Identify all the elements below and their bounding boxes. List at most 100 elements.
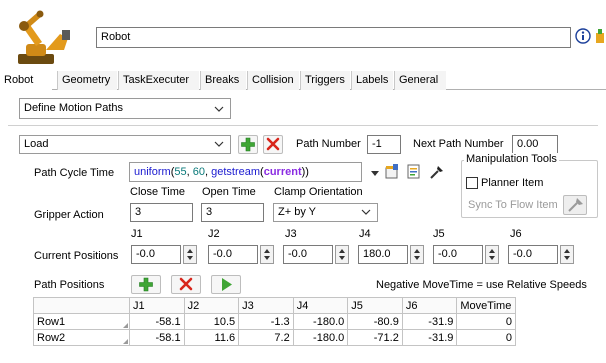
manipulation-tools-title: Manipulation Tools bbox=[464, 153, 559, 165]
table-cell[interactable]: -31.9 bbox=[401, 313, 458, 330]
row-header[interactable]: Row2 bbox=[33, 329, 130, 346]
delete-icon bbox=[266, 137, 280, 151]
joint-label-j3: J3 bbox=[285, 228, 297, 240]
joint-label-j6: J6 bbox=[510, 228, 522, 240]
next-path-number-field[interactable]: 0.00 bbox=[512, 135, 558, 154]
sync-to-flow-item-label: Sync To Flow Item bbox=[468, 199, 558, 211]
add-position-button[interactable] bbox=[131, 275, 161, 294]
joint-field-j6[interactable]: -0.0 bbox=[508, 245, 558, 264]
tab-triggers[interactable]: Triggers bbox=[300, 71, 350, 90]
planner-item-label: Planner Item bbox=[481, 177, 544, 189]
play-icon bbox=[222, 278, 232, 291]
joint-spinner-j5[interactable] bbox=[485, 245, 499, 264]
table-header-j3[interactable]: J3 bbox=[238, 297, 294, 314]
dropdown-arrow-icon[interactable] bbox=[371, 168, 379, 176]
table-header-j2[interactable]: J2 bbox=[183, 297, 240, 314]
table-header-j4[interactable]: J4 bbox=[292, 297, 349, 314]
row-header[interactable]: Row1 bbox=[33, 313, 130, 330]
properties-icon[interactable] bbox=[594, 27, 606, 45]
path-positions-label: Path Positions bbox=[34, 279, 105, 291]
joint-label-j1: J1 bbox=[131, 228, 143, 240]
joint-field-j4[interactable]: 180.0 bbox=[358, 245, 408, 264]
table-header-row: J1 J2 J3 J4 J5 J6 MoveTime bbox=[33, 297, 516, 314]
table-cell[interactable]: 7.2 bbox=[238, 329, 294, 346]
joint-spinner-j3[interactable] bbox=[335, 245, 349, 264]
delete-position-button[interactable] bbox=[171, 275, 201, 294]
plus-icon bbox=[139, 277, 153, 292]
plus-icon bbox=[241, 137, 255, 152]
joint-spinner-j4[interactable] bbox=[410, 245, 424, 264]
play-button[interactable] bbox=[211, 275, 241, 294]
tab-taskexecuter[interactable]: TaskExecuter bbox=[118, 71, 199, 90]
info-icon[interactable] bbox=[575, 28, 591, 44]
joint-spinner-j6[interactable] bbox=[560, 245, 574, 264]
sync-to-flow-item-button[interactable] bbox=[563, 195, 587, 215]
table-row[interactable]: Row1 -58.1 10.5 -1.3 -180.0 -80.9 -31.9 … bbox=[33, 313, 516, 330]
joint-label-j5: J5 bbox=[433, 228, 445, 240]
move-time-note: Negative MoveTime = use Relative Speeds bbox=[376, 279, 587, 291]
table-header-j5[interactable]: J5 bbox=[347, 297, 403, 314]
tab-collision[interactable]: Collision bbox=[247, 71, 299, 90]
path-number-field[interactable]: -1 bbox=[367, 135, 401, 154]
chevron-down-icon bbox=[214, 106, 224, 112]
chevron-down-icon bbox=[361, 209, 371, 215]
table-cell[interactable]: -1.3 bbox=[238, 313, 294, 330]
open-time-label: Open Time bbox=[202, 186, 256, 198]
path-number-label: Path Number bbox=[296, 138, 361, 150]
joint-field-j2[interactable]: -0.0 bbox=[208, 245, 258, 264]
delete-path-button[interactable] bbox=[263, 135, 283, 154]
joint-label-j2: J2 bbox=[208, 228, 220, 240]
joint-field-j3[interactable]: -0.0 bbox=[283, 245, 333, 264]
tab-geometry[interactable]: Geometry bbox=[57, 71, 117, 90]
robot-logo-icon bbox=[8, 4, 84, 66]
close-time-label: Close Time bbox=[130, 186, 186, 198]
close-time-field[interactable]: 3 bbox=[130, 203, 193, 222]
code-edit-icon[interactable] bbox=[406, 163, 422, 180]
table-header-corner bbox=[33, 297, 130, 314]
joint-field-j5[interactable]: -0.0 bbox=[433, 245, 483, 264]
table-cell[interactable]: -180.0 bbox=[292, 329, 349, 346]
clamp-orientation-select[interactable]: Z+ by Y bbox=[273, 203, 378, 222]
table-cell[interactable]: -31.9 bbox=[401, 329, 458, 346]
table-cell[interactable]: 0 bbox=[456, 313, 516, 330]
table-cell[interactable]: 11.6 bbox=[183, 329, 240, 346]
properties-edit-icon[interactable] bbox=[384, 163, 400, 180]
table-cell[interactable]: -80.9 bbox=[347, 313, 403, 330]
joint-spinner-j2[interactable] bbox=[260, 245, 274, 264]
path-select[interactable]: Load bbox=[19, 135, 231, 154]
path-cycle-time-label: Path Cycle Time bbox=[34, 167, 115, 179]
eyedropper-icon bbox=[568, 198, 583, 212]
path-cycle-time-field[interactable]: uniform(55, 60, getstream(current)) bbox=[129, 162, 362, 182]
tab-breaks[interactable]: Breaks bbox=[200, 71, 246, 90]
table-header-j1[interactable]: J1 bbox=[129, 297, 185, 314]
chevron-down-icon bbox=[214, 141, 224, 147]
open-time-field[interactable]: 3 bbox=[201, 203, 264, 222]
table-cell[interactable]: 0 bbox=[456, 329, 516, 346]
planner-item-checkbox[interactable] bbox=[466, 177, 478, 189]
current-positions-label: Current Positions bbox=[34, 250, 119, 262]
table-cell[interactable]: -71.2 bbox=[347, 329, 403, 346]
object-name-value: Robot bbox=[101, 31, 131, 43]
object-name-field[interactable]: Robot bbox=[96, 27, 571, 48]
mode-select[interactable]: Define Motion Paths bbox=[19, 98, 231, 119]
table-header-j6[interactable]: J6 bbox=[401, 297, 458, 314]
table-cell[interactable]: -180.0 bbox=[292, 313, 349, 330]
clamp-orientation-label: Clamp Orientation bbox=[274, 186, 363, 198]
eyedropper-icon[interactable] bbox=[429, 163, 445, 180]
table-cell[interactable]: -58.1 bbox=[129, 329, 185, 346]
tab-bar: Robot Geometry TaskExecuter Breaks Colli… bbox=[0, 71, 606, 90]
tab-robot[interactable]: Robot bbox=[0, 71, 52, 90]
table-cell[interactable]: 10.5 bbox=[183, 313, 240, 330]
table-cell[interactable]: -58.1 bbox=[129, 313, 185, 330]
joint-field-j1[interactable]: -0.0 bbox=[131, 245, 181, 264]
add-path-button[interactable] bbox=[238, 135, 258, 154]
joint-label-j4: J4 bbox=[359, 228, 371, 240]
gripper-action-label: Gripper Action bbox=[34, 209, 104, 221]
table-header-movetime[interactable]: MoveTime bbox=[456, 297, 516, 314]
tab-labels[interactable]: Labels bbox=[351, 71, 393, 90]
delete-icon bbox=[179, 277, 193, 291]
tab-general[interactable]: General bbox=[394, 71, 446, 90]
divider bbox=[8, 125, 598, 126]
joint-spinner-j1[interactable] bbox=[183, 245, 197, 264]
table-row[interactable]: Row2 -58.1 11.6 7.2 -180.0 -71.2 -31.9 0 bbox=[33, 329, 516, 346]
